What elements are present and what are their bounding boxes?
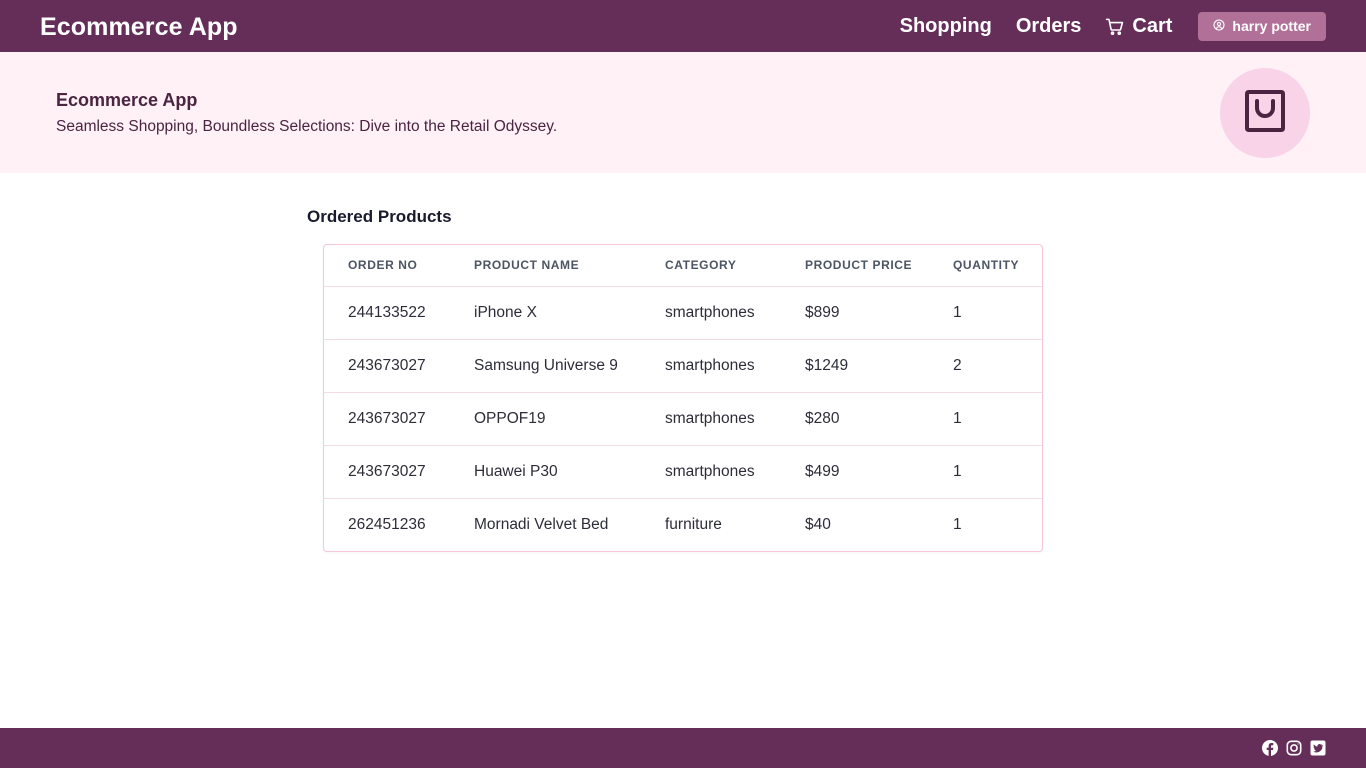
nav-cart-label: Cart	[1132, 15, 1173, 37]
order-no-cell: 243673027	[324, 338, 474, 392]
quantity-cell: 1	[953, 497, 1042, 551]
column-header-product-name: PRODUCT NAME	[474, 258, 580, 273]
category-cell: smartphones	[665, 444, 805, 498]
category-cell: smartphones	[665, 391, 805, 445]
user-circle-icon	[1213, 18, 1225, 34]
nav-links: Shopping Orders Cart harry potter	[900, 0, 1326, 52]
price-cell: $1249	[805, 338, 953, 392]
table-row: 243673027 Huawei P30 smartphones $499 1	[324, 444, 1042, 498]
quantity-cell: 2	[953, 338, 1042, 392]
column-header-category: CATEGORY	[665, 258, 737, 273]
order-no-cell: 243673027	[324, 444, 474, 498]
orders-table: ORDER NO PRODUCT NAME CATEGORY PRODUCT P…	[324, 245, 1042, 551]
brand-logo-link[interactable]: Ecommerce App	[40, 12, 238, 42]
column-header-order-no: ORDER NO	[348, 258, 418, 273]
table-header-row: ORDER NO PRODUCT NAME CATEGORY PRODUCT P…	[324, 245, 1042, 286]
nav-orders-link[interactable]: Orders	[1016, 14, 1082, 38]
shopping-bag-badge	[1220, 68, 1310, 158]
table-row: 244133522 iPhone X smartphones $899 1	[324, 285, 1042, 339]
price-cell: $499	[805, 444, 953, 498]
category-cell: furniture	[665, 497, 805, 551]
cart-icon	[1105, 17, 1124, 36]
order-no-cell: 262451236	[324, 497, 474, 551]
nav-shopping-label: Shopping	[899, 15, 992, 37]
price-cell: $280	[805, 391, 953, 445]
footer-bar	[0, 728, 1366, 768]
nav-orders-label: Orders	[1015, 15, 1082, 37]
price-cell: $40	[805, 497, 953, 551]
user-menu-button[interactable]: harry potter	[1198, 11, 1326, 41]
product-name-cell: Huawei P30	[474, 444, 665, 498]
user-name-label: harry potter	[1232, 18, 1311, 34]
orders-section-title: Ordered Products	[307, 207, 452, 226]
nav-shopping-link[interactable]: Shopping	[900, 14, 992, 38]
top-navbar: Ecommerce App Shopping Orders Cart harry…	[0, 0, 1366, 52]
hero-banner: Ecommerce App Seamless Shopping, Boundle…	[0, 52, 1366, 173]
column-header-product-price: PRODUCT PRICE	[805, 258, 913, 273]
column-header-quantity: QUANTITY	[953, 258, 1020, 273]
product-name-cell: OPPOF19	[474, 391, 665, 445]
product-name-cell: Mornadi Velvet Bed	[474, 497, 665, 551]
table-row: 243673027 OPPOF19 smartphones $280 1	[324, 391, 1042, 445]
price-cell: $899	[805, 285, 953, 339]
product-name-cell: iPhone X	[474, 285, 665, 339]
instagram-icon[interactable]	[1286, 740, 1302, 756]
quantity-cell: 1	[953, 391, 1042, 445]
twitter-icon[interactable]	[1310, 740, 1326, 756]
table-row: 262451236 Mornadi Velvet Bed furniture $…	[324, 497, 1042, 551]
quantity-cell: 1	[953, 444, 1042, 498]
nav-cart-link[interactable]: Cart	[1105, 14, 1172, 38]
category-cell: smartphones	[665, 338, 805, 392]
hero-title: Ecommerce App	[56, 90, 198, 110]
social-links	[1262, 728, 1326, 768]
order-no-cell: 243673027	[324, 391, 474, 445]
hero-subtitle: Seamless Shopping, Boundless Selections:…	[56, 118, 558, 135]
order-no-cell: 244133522	[324, 285, 474, 339]
table-row: 243673027 Samsung Universe 9 smartphones…	[324, 338, 1042, 392]
orders-table-card: ORDER NO PRODUCT NAME CATEGORY PRODUCT P…	[323, 244, 1043, 552]
product-name-cell: Samsung Universe 9	[474, 338, 665, 392]
quantity-cell: 1	[953, 285, 1042, 339]
shopping-bag-icon	[1245, 89, 1285, 137]
category-cell: smartphones	[665, 285, 805, 339]
facebook-icon[interactable]	[1262, 740, 1278, 756]
